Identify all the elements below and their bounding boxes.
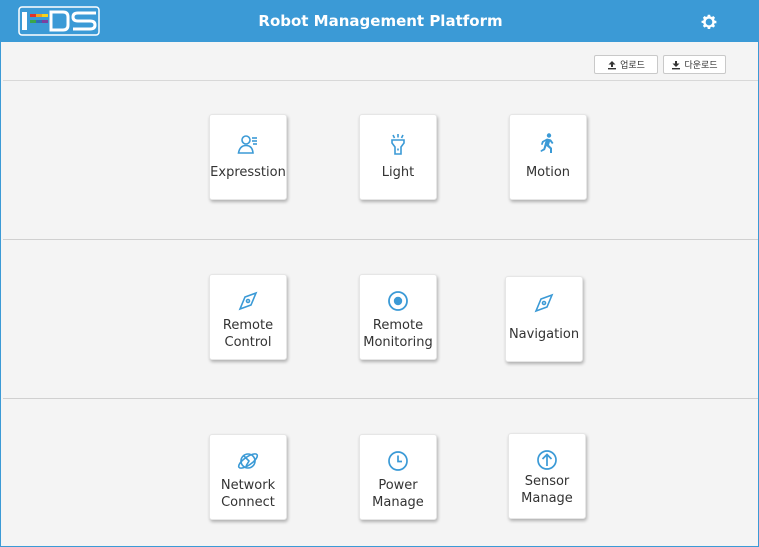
card-label-line1: Network [220, 478, 276, 493]
card-label-line2: Manage [372, 495, 424, 510]
upload-button[interactable]: 업로드 [594, 55, 658, 74]
page-title: Robot Management Platform [258, 12, 503, 30]
person-icon [237, 135, 257, 154]
flashlight-icon [391, 134, 405, 155]
navigation-card[interactable]: Navigation [505, 276, 583, 362]
card-label-line2: Connect [221, 495, 275, 510]
running-person-icon [540, 133, 554, 153]
upload-label: 업로드 [620, 61, 645, 71]
target-icon [388, 291, 408, 311]
compass-icon [238, 291, 258, 311]
card-label-line1: Remote [222, 318, 274, 333]
card-label: Motion [525, 165, 571, 180]
upload-icon [608, 60, 617, 69]
card-label-line2: Monitoring [363, 335, 433, 350]
gear-icon[interactable] [700, 13, 718, 31]
compass-icon [534, 293, 554, 313]
expression-card[interactable]: Expresstion [209, 114, 287, 200]
card-label-line2: Manage [521, 491, 573, 506]
toolbar: 업로드 다운로드 [3, 43, 758, 81]
card-label: Expresstion [210, 165, 286, 180]
motion-card[interactable]: Motion [509, 114, 587, 200]
remote-control-card[interactable]: Remote Control [209, 274, 287, 360]
download-icon [672, 60, 681, 69]
card-label-line2: Control [224, 335, 272, 350]
card-label: Navigation [508, 327, 580, 342]
download-label: 다운로드 [684, 61, 718, 71]
network-connect-card[interactable]: Network Connect [209, 434, 287, 520]
remote-monitoring-card[interactable]: Remote Monitoring [359, 274, 437, 360]
globe-icon [237, 453, 259, 469]
card-label: Light [381, 165, 415, 180]
light-card[interactable]: Light [359, 114, 437, 200]
section-system: Network Connect Power Manage Sensor Mana… [3, 400, 758, 546]
card-label-line1: Power [378, 478, 418, 493]
clock-icon [388, 451, 408, 471]
sensor-manage-card[interactable]: Sensor Manage [508, 433, 586, 519]
section-remote: Remote Control Remote Monitoring Navigat… [3, 241, 758, 399]
section-expression: Expresstion Light Motion [3, 82, 758, 240]
header-bar: Robot Management Platform [1, 1, 759, 42]
card-label-line1: Remote [372, 318, 424, 333]
card-label-line1: Sensor [524, 474, 570, 489]
download-button[interactable]: 다운로드 [663, 55, 726, 74]
arrow-up-circle-icon [537, 450, 557, 470]
power-manage-card[interactable]: Power Manage [359, 434, 437, 520]
app-frame: Robot Management Platform 업로드 다운로드 Expre… [0, 0, 759, 547]
